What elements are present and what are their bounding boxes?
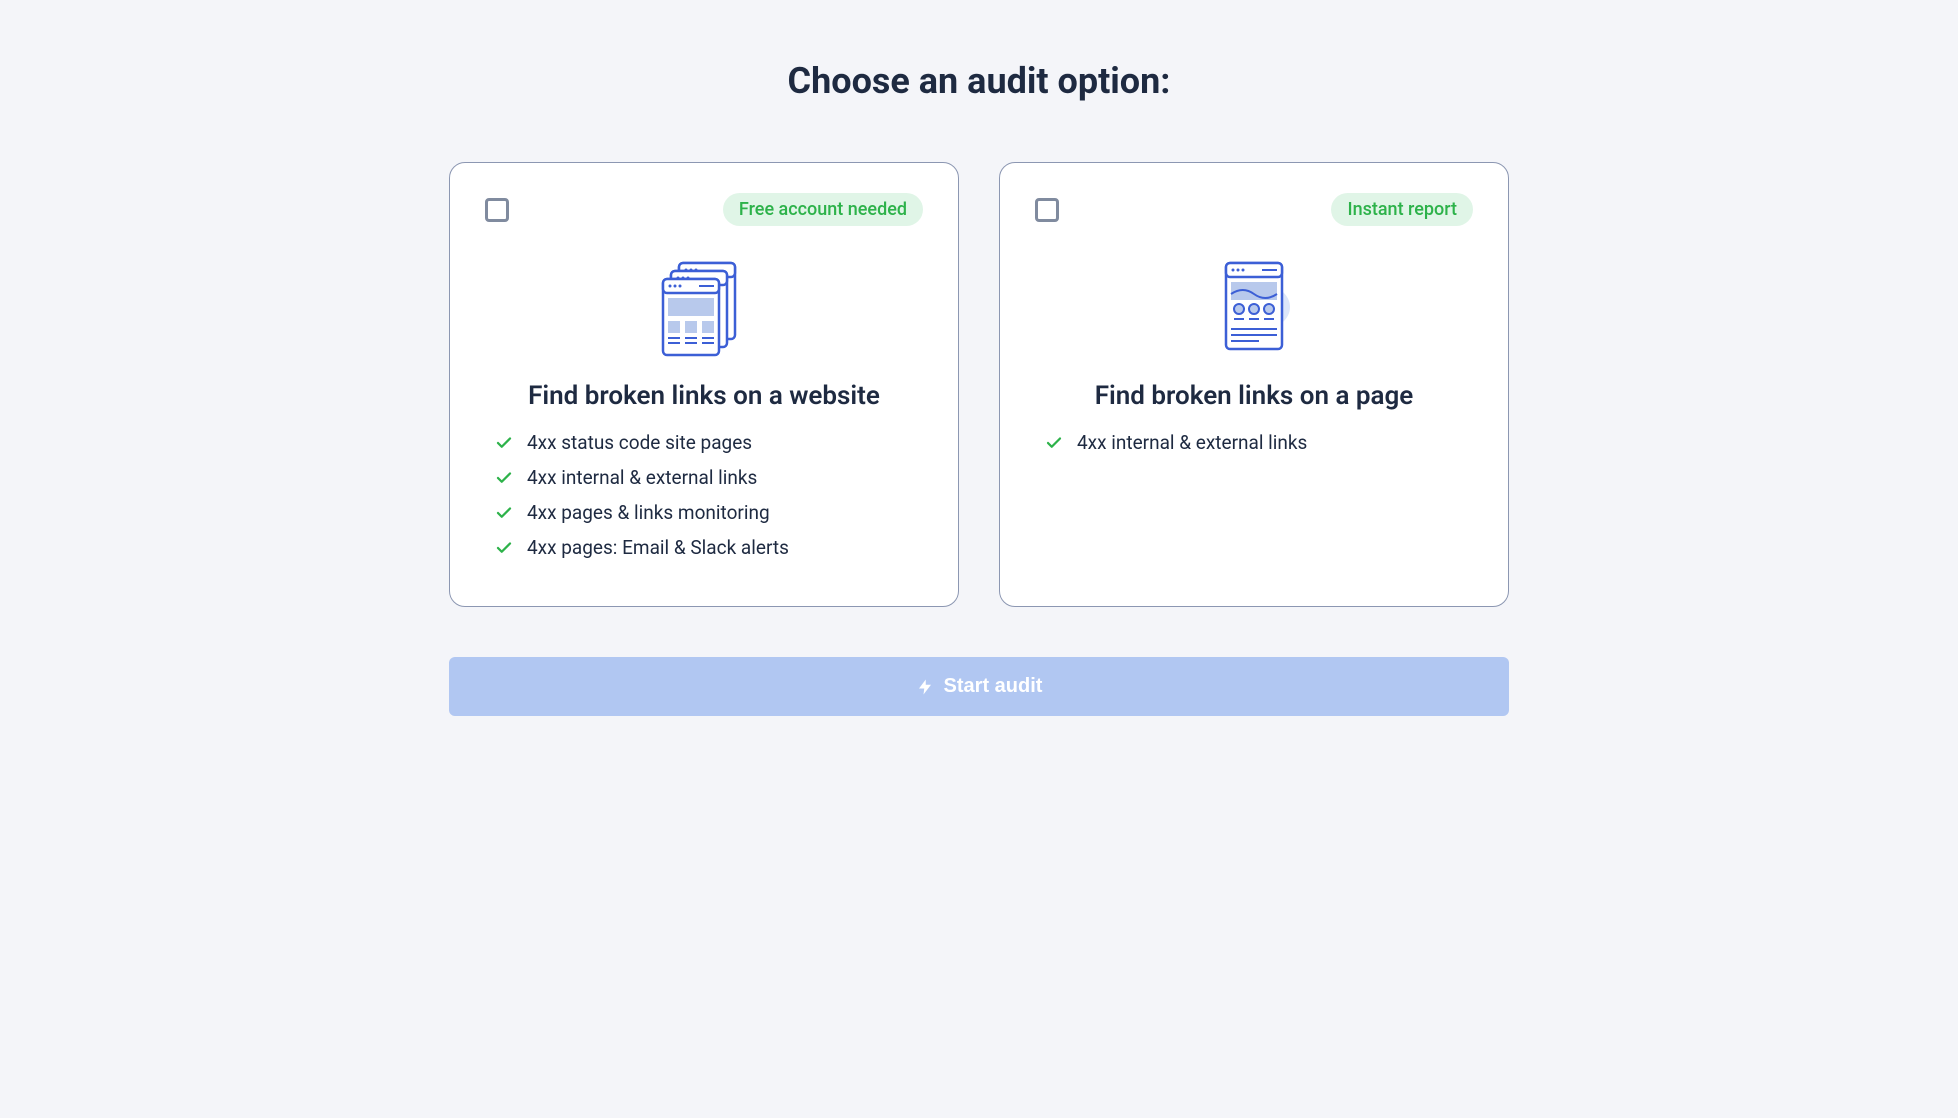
multi-page-illustration (485, 251, 923, 361)
feature-text: 4xx internal & external links (527, 466, 757, 489)
feature-text: 4xx pages & links monitoring (527, 501, 770, 524)
card-title-page: Find broken links on a page (1035, 381, 1473, 411)
checkbox-page[interactable] (1035, 198, 1059, 222)
card-website-audit[interactable]: Free account needed (449, 162, 959, 607)
feature-item: 4xx pages & links monitoring (495, 501, 913, 524)
cards-row: Free account needed (449, 162, 1509, 607)
feature-item: 4xx status code site pages (495, 431, 913, 454)
card-page-audit[interactable]: Instant report (999, 162, 1509, 607)
start-audit-button[interactable]: Start audit (449, 657, 1509, 716)
check-icon (495, 469, 513, 487)
feature-list-page: 4xx internal & external links (1035, 431, 1473, 454)
card-header: Instant report (1035, 193, 1473, 226)
feature-item: 4xx internal & external links (495, 466, 913, 489)
feature-text: 4xx pages: Email & Slack alerts (527, 536, 789, 559)
start-audit-label: Start audit (944, 675, 1043, 698)
page-title: Choose an audit option: (449, 60, 1509, 102)
badge-free-account: Free account needed (723, 193, 923, 226)
bolt-icon (916, 678, 934, 696)
check-icon (495, 434, 513, 452)
checkbox-website[interactable] (485, 198, 509, 222)
check-icon (495, 504, 513, 522)
feature-item: 4xx internal & external links (1045, 431, 1463, 454)
feature-item: 4xx pages: Email & Slack alerts (495, 536, 913, 559)
check-icon (1045, 434, 1063, 452)
feature-list-website: 4xx status code site pages 4xx internal … (485, 431, 923, 559)
feature-text: 4xx status code site pages (527, 431, 752, 454)
check-icon (495, 539, 513, 557)
card-header: Free account needed (485, 193, 923, 226)
badge-instant-report: Instant report (1331, 193, 1473, 226)
card-title-website: Find broken links on a website (485, 381, 923, 411)
feature-text: 4xx internal & external links (1077, 431, 1307, 454)
single-page-illustration (1035, 251, 1473, 361)
